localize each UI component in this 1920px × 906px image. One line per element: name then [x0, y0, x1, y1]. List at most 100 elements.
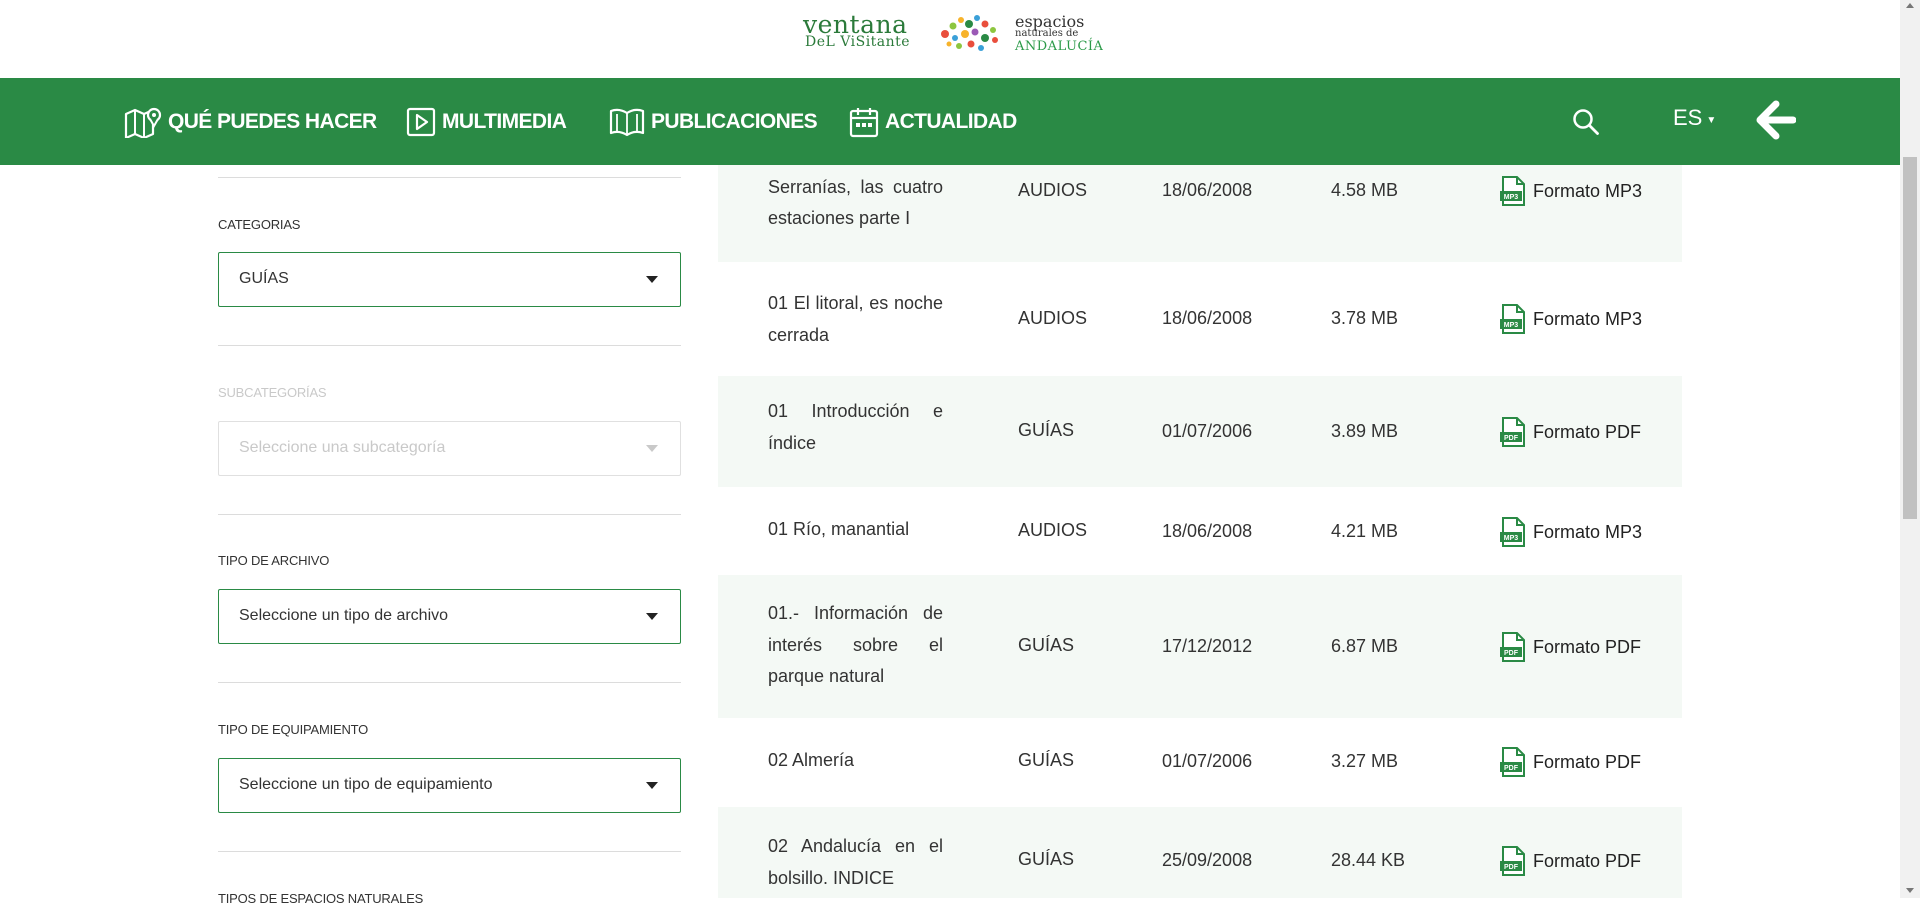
subcategorias-select: Seleccione una subcategoría	[218, 421, 681, 476]
format-label: Formato PDF	[1533, 421, 1642, 442]
row-category: GUÍAS	[1018, 420, 1075, 440]
site-logo[interactable]: ventana DeL ViSitante espacios naturales…	[803, 10, 1103, 56]
logo-bar: ventana DeL ViSitante espacios naturales…	[0, 0, 1900, 78]
row-category: AUDIOS	[1018, 308, 1088, 328]
tipo-equipamiento-label: TIPO DE EQUIPAMIENTO	[218, 722, 369, 737]
download-link[interactable]: PDF Formato PDF	[1499, 417, 1641, 447]
chevron-down-icon	[646, 445, 658, 452]
book-icon	[609, 108, 645, 136]
chevron-down-icon	[646, 782, 658, 789]
table-row: 01.- Información de interés sobre el par…	[718, 575, 1682, 718]
row-title: 01 Río, manantial	[768, 519, 910, 539]
row-title: 02 Almería	[768, 750, 855, 770]
pdf-file-icon: PDF	[1500, 417, 1525, 447]
pdf-file-icon: PDF	[1500, 747, 1525, 777]
row-size: 3.78 MB	[1331, 308, 1399, 328]
format-label: Formato MP3	[1533, 308, 1643, 329]
table-row: 01 Río, manantial AUDIOS 18/06/2008 4.21…	[718, 487, 1682, 575]
tipo-archivo-select[interactable]: Seleccione un tipo de archivo	[218, 589, 681, 644]
row-size: 4.21 MB	[1331, 521, 1399, 541]
format-label: Formato MP3	[1533, 180, 1643, 201]
svg-text:PDF: PDF	[1504, 864, 1519, 871]
logo-dots-icon	[941, 15, 998, 51]
svg-text:PDF: PDF	[1504, 650, 1519, 657]
mp3-file-icon: MP3	[1500, 176, 1525, 206]
tipos-espacios-label: TIPOS DE ESPACIOS NATURALES	[218, 891, 424, 906]
tipo-equipamiento-select[interactable]: Seleccione un tipo de equipamiento	[218, 758, 681, 813]
nav-label: PUBLICACIONES	[651, 109, 818, 133]
nav-label: MULTIMEDIA	[442, 109, 567, 133]
row-title: 02 Andalucía en el bolsillo. INDICE	[768, 836, 943, 888]
map-pin-icon	[124, 107, 162, 138]
play-icon	[406, 107, 436, 136]
row-size: 6.87 MB	[1331, 636, 1399, 656]
tipo-archivo-value: Seleccione un tipo de archivo	[239, 607, 449, 624]
format-label: Formato PDF	[1533, 850, 1642, 871]
categorias-select[interactable]: GUÍAS	[218, 252, 681, 307]
format-label: Formato PDF	[1533, 751, 1642, 772]
logo-right-2: naturales de	[1015, 28, 1079, 39]
language-label: ES	[1673, 105, 1703, 130]
scrollbar-thumb[interactable]	[1903, 157, 1917, 519]
svg-text:MP3: MP3	[1504, 194, 1519, 201]
download-link[interactable]: PDF Formato PDF	[1499, 747, 1641, 777]
nav-multimedia[interactable]: MULTIMEDIA	[406, 78, 567, 165]
categorias-value: GUÍAS	[239, 270, 289, 287]
mp3-file-icon: MP3	[1500, 517, 1525, 547]
table-row: 01 El litoral, es noche cerrada AUDIOS 1…	[718, 262, 1682, 376]
row-date: 18/06/2008	[1162, 308, 1253, 328]
download-link[interactable]: MP3 Formato MP3	[1499, 304, 1642, 334]
chevron-down-icon	[646, 613, 658, 620]
row-title: 01 Introducción e índice	[768, 401, 943, 453]
svg-text:MP3: MP3	[1504, 535, 1519, 542]
language-selector[interactable]: ES ▼	[1673, 105, 1716, 131]
divider	[218, 851, 681, 852]
download-link[interactable]: MP3 Formato MP3	[1499, 517, 1642, 547]
svg-text:PDF: PDF	[1504, 435, 1519, 442]
subcategorias-placeholder: Seleccione una subcategoría	[239, 439, 446, 456]
nav-label: QUÉ PUEDES HACER	[168, 109, 377, 133]
pdf-file-icon: PDF	[1500, 846, 1525, 876]
row-date: 01/07/2006	[1162, 421, 1253, 441]
tipo-archivo-label: TIPO DE ARCHIVO	[218, 553, 330, 568]
row-size: 3.27 MB	[1331, 751, 1399, 771]
row-title: 01 El litoral, es noche cerrada	[768, 293, 943, 345]
scroll-down-icon[interactable]	[1906, 888, 1914, 893]
svg-text:PDF: PDF	[1504, 765, 1519, 772]
svg-text:MP3: MP3	[1504, 322, 1519, 329]
tipo-equipamiento-value: Seleccione un tipo de equipamiento	[239, 776, 493, 793]
row-date: 18/06/2008	[1162, 180, 1253, 200]
download-link[interactable]: PDF Formato PDF	[1499, 632, 1641, 662]
row-title: 01.- Información de interés sobre el par…	[768, 603, 943, 686]
format-label: Formato MP3	[1533, 521, 1643, 542]
mp3-file-icon: MP3	[1500, 304, 1525, 334]
row-date: 01/07/2006	[1162, 751, 1253, 771]
nav-actualidad[interactable]: ACTUALIDAD	[849, 78, 1017, 165]
nav-que-puedes-hacer[interactable]: QUÉ PUEDES HACER	[124, 78, 377, 165]
table-row: 01 Introducción e índice GUÍAS 01/07/200…	[718, 376, 1682, 487]
nav-publicaciones[interactable]: PUBLICACIONES	[609, 78, 818, 165]
scrollbar[interactable]	[1900, 0, 1920, 898]
subcategorias-label: SUBCATEGORÍAS	[218, 385, 327, 400]
row-size: 3.89 MB	[1331, 421, 1399, 441]
divider	[218, 177, 681, 178]
pdf-file-icon: PDF	[1500, 632, 1525, 662]
logo-right-3: ANDALUCÍA	[1015, 39, 1104, 54]
divider	[218, 514, 681, 515]
download-link[interactable]: MP3 Formato MP3	[1499, 176, 1642, 206]
search-icon[interactable]	[1572, 108, 1600, 141]
table-row: 02 Almería GUÍAS 01/07/2006 3.27 MB PDF …	[718, 718, 1682, 807]
row-category: AUDIOS	[1018, 180, 1088, 200]
row-date: 17/12/2012	[1162, 636, 1253, 656]
back-arrow-icon[interactable]	[1756, 100, 1797, 145]
download-link[interactable]: PDF Formato PDF	[1499, 846, 1641, 876]
row-category: GUÍAS	[1018, 849, 1075, 869]
scroll-up-icon[interactable]	[1906, 3, 1914, 8]
divider	[218, 345, 681, 346]
table-row: 02 Andalucía en el bolsillo. INDICE GUÍA…	[718, 807, 1682, 898]
caret-down-icon: ▼	[1706, 114, 1717, 126]
categorias-label: CATEGORIAS	[218, 217, 301, 232]
row-date: 18/06/2008	[1162, 521, 1253, 541]
calendar-icon	[849, 107, 879, 137]
row-category: GUÍAS	[1018, 750, 1075, 770]
